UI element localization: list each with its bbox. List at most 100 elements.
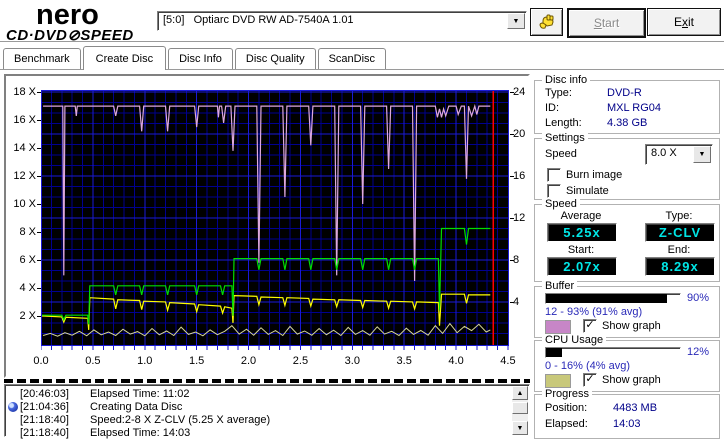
nero-logo: nero bbox=[36, 0, 99, 31]
exit-button-label: Exit bbox=[673, 15, 694, 29]
cpu-usage-group: CPU Usage 12% 0 - 16% (4% avg) ✓ Show gr… bbox=[534, 334, 720, 392]
speed-stats-title: Speed bbox=[542, 198, 580, 210]
cpu-gauge-fill bbox=[546, 348, 563, 357]
position-label: Position: bbox=[545, 402, 588, 414]
simulate-label: Simulate bbox=[566, 185, 609, 197]
axis-tick bbox=[37, 287, 41, 289]
disc-type-value: DVD-R bbox=[607, 87, 642, 99]
y-axis-label-right: 24 bbox=[513, 86, 526, 99]
axis-tick bbox=[37, 315, 41, 317]
speed-select-dropdown-button[interactable]: ▼ bbox=[693, 146, 711, 163]
y-axis-label-left: 12 X bbox=[13, 170, 36, 183]
arrow-down-icon: ▼ bbox=[516, 424, 524, 432]
speed-stats-group: Speed Average Type: 5.25x Z-CLV Start: E… bbox=[534, 198, 720, 282]
speed-type-display: Z-CLV bbox=[645, 223, 715, 242]
event-log-listbox[interactable]: [20:46:03] Elapsed Time: 11:02 [21:04:36… bbox=[4, 384, 530, 439]
axis-tick bbox=[510, 92, 514, 94]
elapsed-value: 14:03 bbox=[613, 418, 641, 430]
x-axis-label: 2.5 bbox=[292, 355, 309, 367]
x-axis-label: 0.5 bbox=[85, 355, 101, 367]
y-axis-label-left: 14 X bbox=[13, 142, 36, 155]
end-speed-label: End: bbox=[667, 244, 691, 256]
log-row: [21:04:36] Creating Data Disc bbox=[5, 401, 529, 414]
burn-image-label: Burn image bbox=[566, 169, 623, 181]
cpu-percent: 12% bbox=[687, 346, 710, 358]
x-axis-label: 2.0 bbox=[240, 355, 257, 367]
tab-benchmark[interactable]: Benchmark bbox=[3, 48, 81, 69]
axis-tick bbox=[37, 259, 41, 261]
cpu-range: 0 - 16% (4% avg) bbox=[545, 360, 630, 372]
disc-length-label: Length: bbox=[545, 117, 582, 129]
y-axis-label-left: 8 X bbox=[19, 225, 36, 238]
buffer-percent: 90% bbox=[687, 292, 710, 304]
log-scrollbar[interactable]: ▲ ▼ bbox=[512, 386, 528, 435]
start-button-label: Start bbox=[593, 16, 620, 30]
speed-select-combobox[interactable]: 8.0 X ▼ bbox=[645, 144, 713, 165]
chevron-down-icon: ▼ bbox=[698, 151, 706, 158]
exit-button[interactable]: Exit bbox=[647, 8, 721, 36]
axis-tick bbox=[510, 301, 514, 303]
speed-chart bbox=[41, 90, 509, 350]
tab-scandisc[interactable]: ScanDisc bbox=[317, 48, 387, 69]
toolbar-separator bbox=[0, 41, 724, 45]
axis-tick bbox=[37, 148, 41, 150]
y-axis-label-left: 18 X bbox=[13, 86, 36, 99]
settings-group: Settings Speed 8.0 X ▼ Burn image Simula… bbox=[534, 132, 720, 200]
buffer-gauge bbox=[545, 293, 681, 304]
axis-tick bbox=[37, 92, 41, 94]
x-axis-label: 4.5 bbox=[500, 355, 516, 367]
log-row: [21:18:40] Elapsed Time: 14:03 bbox=[20, 427, 191, 439]
speed-select-value: 8.0 X bbox=[651, 147, 677, 159]
progress-title: Progress bbox=[542, 388, 593, 400]
tab-disc-info[interactable]: Disc Info bbox=[168, 48, 233, 69]
start-speed-display: 2.07x bbox=[547, 257, 617, 276]
scroll-down-button[interactable]: ▼ bbox=[512, 421, 528, 435]
cpu-color-swatch bbox=[545, 374, 571, 388]
axis-tick bbox=[37, 176, 41, 178]
cpu-show-graph-checkbox[interactable]: ✓ bbox=[583, 373, 597, 387]
axis-tick bbox=[510, 134, 514, 136]
tab-disc-quality[interactable]: Disc Quality bbox=[234, 48, 316, 69]
average-speed-label: Average bbox=[560, 210, 602, 222]
drive-select-dropdown-button[interactable]: ▼ bbox=[507, 13, 525, 29]
simulate-checkbox[interactable] bbox=[547, 184, 561, 198]
x-axis-label: 3.5 bbox=[396, 355, 412, 367]
drive-select-value: [5:0] Optiarc DVD RW AD-7540A 1.01 bbox=[163, 14, 354, 26]
y-axis-label-right: 4 bbox=[513, 295, 520, 308]
drive-select-combobox[interactable]: [5:0] Optiarc DVD RW AD-7540A 1.01 ▼ bbox=[157, 11, 527, 31]
log-row: [20:46:03] Elapsed Time: 11:02 bbox=[20, 388, 190, 400]
speed-type-label: Type: bbox=[665, 210, 693, 222]
burn-image-checkbox[interactable] bbox=[547, 168, 561, 182]
buffer-show-graph-checkbox[interactable]: ✓ bbox=[583, 319, 597, 333]
buffer-show-graph-label: Show graph bbox=[602, 320, 661, 332]
cpu-usage-title: CPU Usage bbox=[542, 334, 607, 346]
arrow-up-icon: ▲ bbox=[516, 389, 524, 397]
scroll-thumb[interactable] bbox=[512, 402, 528, 414]
tab-create-disc[interactable]: Create Disc bbox=[82, 46, 167, 70]
y-axis-label-right: 12 bbox=[513, 212, 526, 224]
speed-select-label: Speed bbox=[545, 148, 577, 160]
x-axis-label: 3.0 bbox=[344, 355, 360, 367]
average-speed-display: 5.25x bbox=[547, 223, 617, 242]
axis-tick bbox=[510, 176, 514, 178]
axis-tick bbox=[510, 259, 514, 261]
buffer-range: 12 - 93% (91% avg) bbox=[545, 306, 643, 318]
scroll-up-button[interactable]: ▲ bbox=[512, 386, 528, 400]
status-icon bbox=[8, 402, 18, 412]
cpu-gauge bbox=[545, 347, 681, 358]
splitter-handle[interactable] bbox=[4, 379, 530, 383]
start-button[interactable]: Start bbox=[567, 8, 646, 38]
axis-tick bbox=[510, 218, 514, 219]
drive-options-button[interactable] bbox=[530, 8, 563, 36]
buffer-group: Buffer 90% 12 - 93% (91% avg) ✓ Show gra… bbox=[534, 280, 720, 338]
x-axis-label: 4.0 bbox=[448, 355, 464, 367]
axis-tick bbox=[37, 204, 41, 205]
log-row: [21:18:40] Speed:2-8 X Z-CLV (5.25 X ave… bbox=[20, 414, 271, 426]
y-axis-label-left: 10 X bbox=[13, 198, 36, 210]
hand-icon bbox=[538, 14, 554, 29]
buffer-title: Buffer bbox=[542, 280, 578, 292]
y-axis-label-right: 16 bbox=[513, 170, 526, 183]
x-axis-label: 1.5 bbox=[188, 355, 205, 367]
disc-type-label: Type: bbox=[545, 87, 572, 99]
y-axis-label-left: 16 X bbox=[13, 114, 36, 127]
